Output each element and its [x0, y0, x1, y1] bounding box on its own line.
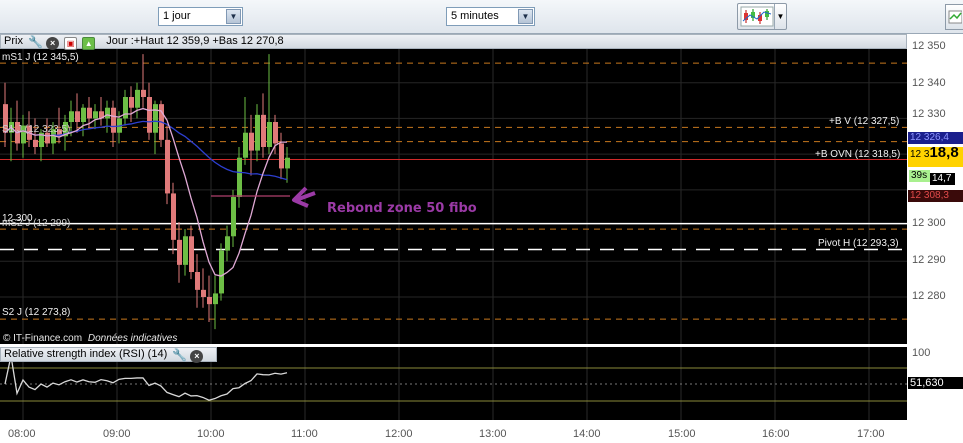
candle-body: [111, 107, 116, 133]
rsi-panel-header: Relative strength index (RSI) (14) 🔧 ×: [0, 347, 217, 363]
time-tick: 14:00: [573, 428, 601, 440]
time-tick: 15:00: [668, 428, 696, 440]
time-tick: 17:00: [857, 428, 885, 440]
candle-body: [147, 97, 152, 133]
price-tick: 12 330: [912, 108, 946, 120]
candle-body: [213, 293, 218, 305]
candle-body: [75, 111, 80, 122]
price-box-upper: 12 326,4: [908, 132, 963, 144]
candle-body: [81, 107, 86, 122]
price-panel-header: Prix 🔧 × ▣ ▲ Jour :+Haut 12 359,9 +Bas 1…: [0, 34, 907, 50]
candle-body: [219, 250, 224, 294]
watermark-note: Données indicatives: [87, 333, 178, 344]
candle-body: [225, 236, 230, 251]
time-tick: 11:00: [291, 428, 318, 440]
price-tick: 12 290: [912, 254, 946, 266]
price-panel-title: Prix: [4, 35, 23, 47]
candle-body: [93, 111, 98, 119]
annotation-arrow: [292, 186, 316, 208]
current-price-suffix: 18,8: [929, 144, 959, 161]
level-label-ms1: mS1 J (12 345,5): [2, 52, 79, 63]
candle-body: [255, 114, 260, 151]
candle-body: [201, 289, 206, 297]
time-tick: 09:00: [103, 428, 131, 440]
candles: [3, 54, 290, 330]
candle-body: [171, 193, 176, 240]
candle-body: [231, 197, 236, 237]
wrench-icon[interactable]: 🔧: [28, 36, 43, 49]
candle-body: [249, 132, 254, 151]
day-summary: Jour :+Haut 12 359,9 +Bas 12 270,8: [106, 35, 284, 47]
price-tick: 12 280: [912, 290, 946, 302]
price-tick: 12 350: [912, 40, 946, 52]
arrow-up-icon[interactable]: ▲: [82, 37, 96, 50]
candle-body: [273, 122, 278, 144]
time-tick: 08:00: [8, 428, 36, 440]
candle-body: [141, 89, 146, 97]
candle-body: [177, 239, 182, 265]
candle-body: [129, 97, 134, 108]
chart-drawing: [0, 46, 963, 420]
level-label-s1: S1 J (12 323,5): [2, 124, 71, 135]
candle-body: [153, 104, 158, 133]
candle-body: [285, 157, 290, 169]
time-tick: 10:00: [197, 428, 225, 440]
annotation-text: Rebond zone 50 fibo: [327, 201, 477, 216]
candle-body: [165, 139, 170, 194]
rsi-value-box: 51,630: [908, 377, 963, 389]
candle-body: [207, 297, 212, 305]
level-label-round: 12 300: [2, 213, 33, 224]
watermark: © IT-Finance.com Données indicatives: [3, 333, 177, 344]
candle-body: [189, 236, 194, 272]
price-box-side: 14,7: [930, 173, 955, 185]
candle-body: [87, 107, 92, 119]
rsi-panel-title: Relative strength index (RSI) (14): [4, 348, 168, 360]
wrench-icon[interactable]: 🔧: [172, 349, 187, 362]
candle-body: [183, 236, 188, 265]
candle-body: [237, 157, 242, 197]
level-label-bovn: +B OVN (12 318,5): [815, 149, 901, 160]
close-icon[interactable]: ×: [46, 37, 60, 50]
price-tick: 12 340: [912, 77, 946, 89]
current-price-prefix: 12 3: [910, 149, 930, 160]
price-tick: 12 300: [912, 217, 946, 229]
level-label-bv: +B V (12 327,5): [829, 116, 900, 127]
rsi-axis-tick: 100: [912, 347, 931, 359]
time-tick: 16:00: [762, 428, 790, 440]
candle-body: [267, 122, 272, 147]
candle-body: [33, 139, 38, 147]
level-label-s2: S2 J (12 273,8): [2, 307, 71, 318]
candle-body: [243, 132, 248, 158]
current-price-box: 12 318,8: [908, 144, 963, 167]
time-tick: 13:00: [479, 428, 507, 440]
candle-body: [135, 89, 140, 108]
candle-body: [105, 107, 110, 119]
candle-body: [279, 143, 284, 169]
time-tick: 12:00: [385, 428, 413, 440]
watermark-text: © IT-Finance.com: [3, 333, 83, 344]
candle-body: [69, 111, 74, 122]
maximize-icon[interactable]: ▣: [64, 37, 78, 50]
countdown-badge: 39s: [909, 170, 930, 182]
candle-body: [261, 114, 266, 147]
candle-body: [195, 272, 200, 290]
close-icon[interactable]: ×: [190, 350, 204, 363]
price-box-lower: 12 308,3: [908, 190, 963, 202]
level-label-pivot: Pivot H (12 293,3): [818, 238, 899, 249]
